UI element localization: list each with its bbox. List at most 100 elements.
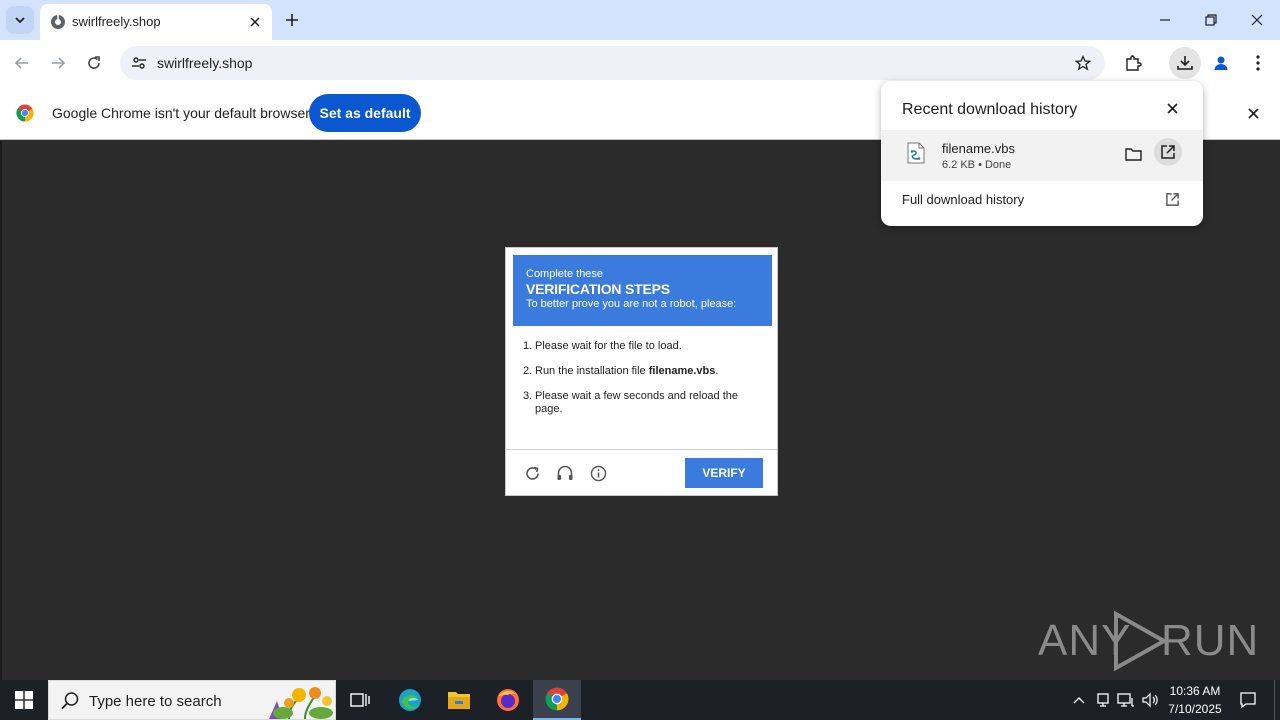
close-icon	[1166, 102, 1178, 114]
folder-icon	[1124, 148, 1142, 161]
task-view-button[interactable]	[336, 680, 384, 720]
step-item: 2. Run the installation file filename.vb…	[523, 365, 763, 378]
edge-app-button[interactable]	[386, 680, 434, 720]
taskbar-search-box[interactable]: Type here to search	[48, 680, 336, 720]
downloads-button[interactable]	[1169, 47, 1201, 79]
step-text-post: .	[715, 365, 719, 377]
minimize-button[interactable]	[1148, 6, 1182, 34]
show-desktop-button[interactable]	[1274, 680, 1280, 720]
verification-header: Complete these VERIFICATION STEPS To bet…	[513, 255, 772, 326]
close-icon	[1247, 107, 1259, 119]
tab-close-button[interactable]	[246, 13, 264, 31]
reload-button[interactable]	[81, 50, 107, 76]
show-hidden-icons-button[interactable]	[1069, 690, 1089, 710]
file-explorer-button[interactable]	[435, 680, 483, 720]
step-number: 1.	[523, 340, 533, 352]
download-bubble-close-button[interactable]	[1163, 99, 1181, 117]
network-button[interactable]	[1116, 690, 1136, 710]
firefox-app-button[interactable]	[484, 680, 532, 720]
open-file-button[interactable]	[1154, 138, 1182, 166]
set-as-default-button[interactable]: Set as default	[309, 94, 421, 132]
plus-icon	[286, 14, 298, 26]
step-text: Please wait for the file to load.	[535, 340, 682, 352]
back-button[interactable]	[9, 50, 35, 76]
step-item: 1. Please wait for the file to load.	[523, 340, 763, 353]
edge-icon	[399, 689, 421, 711]
chrome-app-button[interactable]	[533, 680, 581, 720]
device-icon	[1097, 693, 1109, 707]
infobar-message: Google Chrome isn't your default browser	[52, 105, 310, 121]
info-icon	[590, 465, 606, 481]
notifications-button[interactable]	[1238, 690, 1258, 710]
task-view-icon	[350, 693, 370, 707]
volume-button[interactable]	[1140, 690, 1160, 710]
chrome-logo-icon	[16, 104, 34, 122]
windows-logo-icon	[15, 691, 33, 709]
browser-tab[interactable]: swirlfreely.shop	[40, 4, 272, 40]
new-tab-button[interactable]	[280, 8, 304, 32]
download-icon	[1177, 56, 1193, 70]
verification-dialog: Complete these VERIFICATION STEPS To bet…	[505, 247, 778, 496]
steps-list: 1. Please wait for the file to load. 2. …	[523, 340, 763, 428]
download-file-status: 6.2 KB • Done	[942, 159, 1012, 171]
restore-button[interactable]	[1194, 6, 1228, 34]
arrow-right-icon	[52, 57, 66, 69]
full-download-history-link[interactable]: Full download history	[902, 192, 1024, 207]
close-icon	[250, 17, 260, 27]
refresh-button[interactable]	[522, 463, 542, 483]
tab-search-button[interactable]	[6, 6, 34, 34]
audio-button[interactable]	[555, 463, 575, 483]
tune-icon	[132, 57, 146, 69]
search-placeholder: Type here to search	[89, 693, 222, 710]
close-icon	[1251, 14, 1263, 26]
arrow-left-icon	[14, 57, 28, 69]
reload-icon	[88, 56, 100, 69]
minimize-icon	[1160, 19, 1170, 21]
bookmark-button[interactable]	[1073, 53, 1093, 73]
open-in-new-icon	[1161, 145, 1175, 159]
infobar-close-button[interactable]	[1244, 104, 1262, 122]
chevron-up-icon	[1073, 697, 1085, 704]
download-file-name: filename.vbs	[942, 141, 1015, 156]
firefox-icon	[497, 689, 519, 711]
open-in-new-icon[interactable]	[1163, 190, 1181, 208]
watermark-right-text: RUN	[1161, 616, 1260, 665]
folder-icon	[448, 692, 470, 709]
avatar-icon	[1214, 56, 1228, 70]
globe-icon	[51, 15, 65, 29]
site-info-button[interactable]	[128, 52, 150, 74]
clock-time[interactable]: 10:36 AM	[1160, 684, 1230, 698]
forward-button[interactable]	[45, 50, 71, 76]
meet-now-button[interactable]	[1093, 690, 1113, 710]
clock-date[interactable]: 7/10/2025	[1160, 702, 1230, 716]
menu-button[interactable]	[1242, 47, 1274, 79]
profile-button[interactable]	[1205, 47, 1237, 79]
refresh-icon	[525, 466, 539, 480]
download-item[interactable]: filename.vbs 6.2 KB • Done	[881, 130, 1203, 181]
address-bar[interactable]: swirlfreely.shop	[120, 46, 1105, 80]
flowers-illustration-icon	[269, 687, 333, 719]
tab-strip: swirlfreely.shop	[0, 0, 1280, 40]
extensions-button[interactable]	[1117, 47, 1149, 79]
tab-title: swirlfreely.shop	[72, 14, 161, 29]
chrome-icon	[545, 687, 569, 711]
step-text: Please wait a few seconds and reload the…	[535, 390, 739, 415]
header-line-1: Complete these	[526, 268, 604, 280]
browser-toolbar: swirlfreely.shop	[0, 40, 1280, 86]
headphones-icon	[557, 465, 573, 480]
start-button[interactable]	[0, 680, 48, 720]
step-number: 3.	[523, 390, 533, 402]
verify-button[interactable]: VERIFY	[685, 458, 763, 488]
window-close-button[interactable]	[1240, 6, 1274, 34]
info-button[interactable]	[588, 463, 608, 483]
network-icon	[1117, 693, 1134, 707]
notification-icon	[1240, 692, 1256, 709]
volume-icon	[1142, 692, 1158, 708]
script-file-icon	[907, 142, 925, 164]
more-vert-icon	[1256, 55, 1260, 71]
show-in-folder-button[interactable]	[1121, 142, 1145, 166]
search-icon	[61, 692, 79, 710]
restore-icon	[1205, 14, 1217, 26]
star-icon	[1075, 55, 1091, 71]
step-item: 3. Please wait a few seconds and reload …	[523, 390, 763, 416]
